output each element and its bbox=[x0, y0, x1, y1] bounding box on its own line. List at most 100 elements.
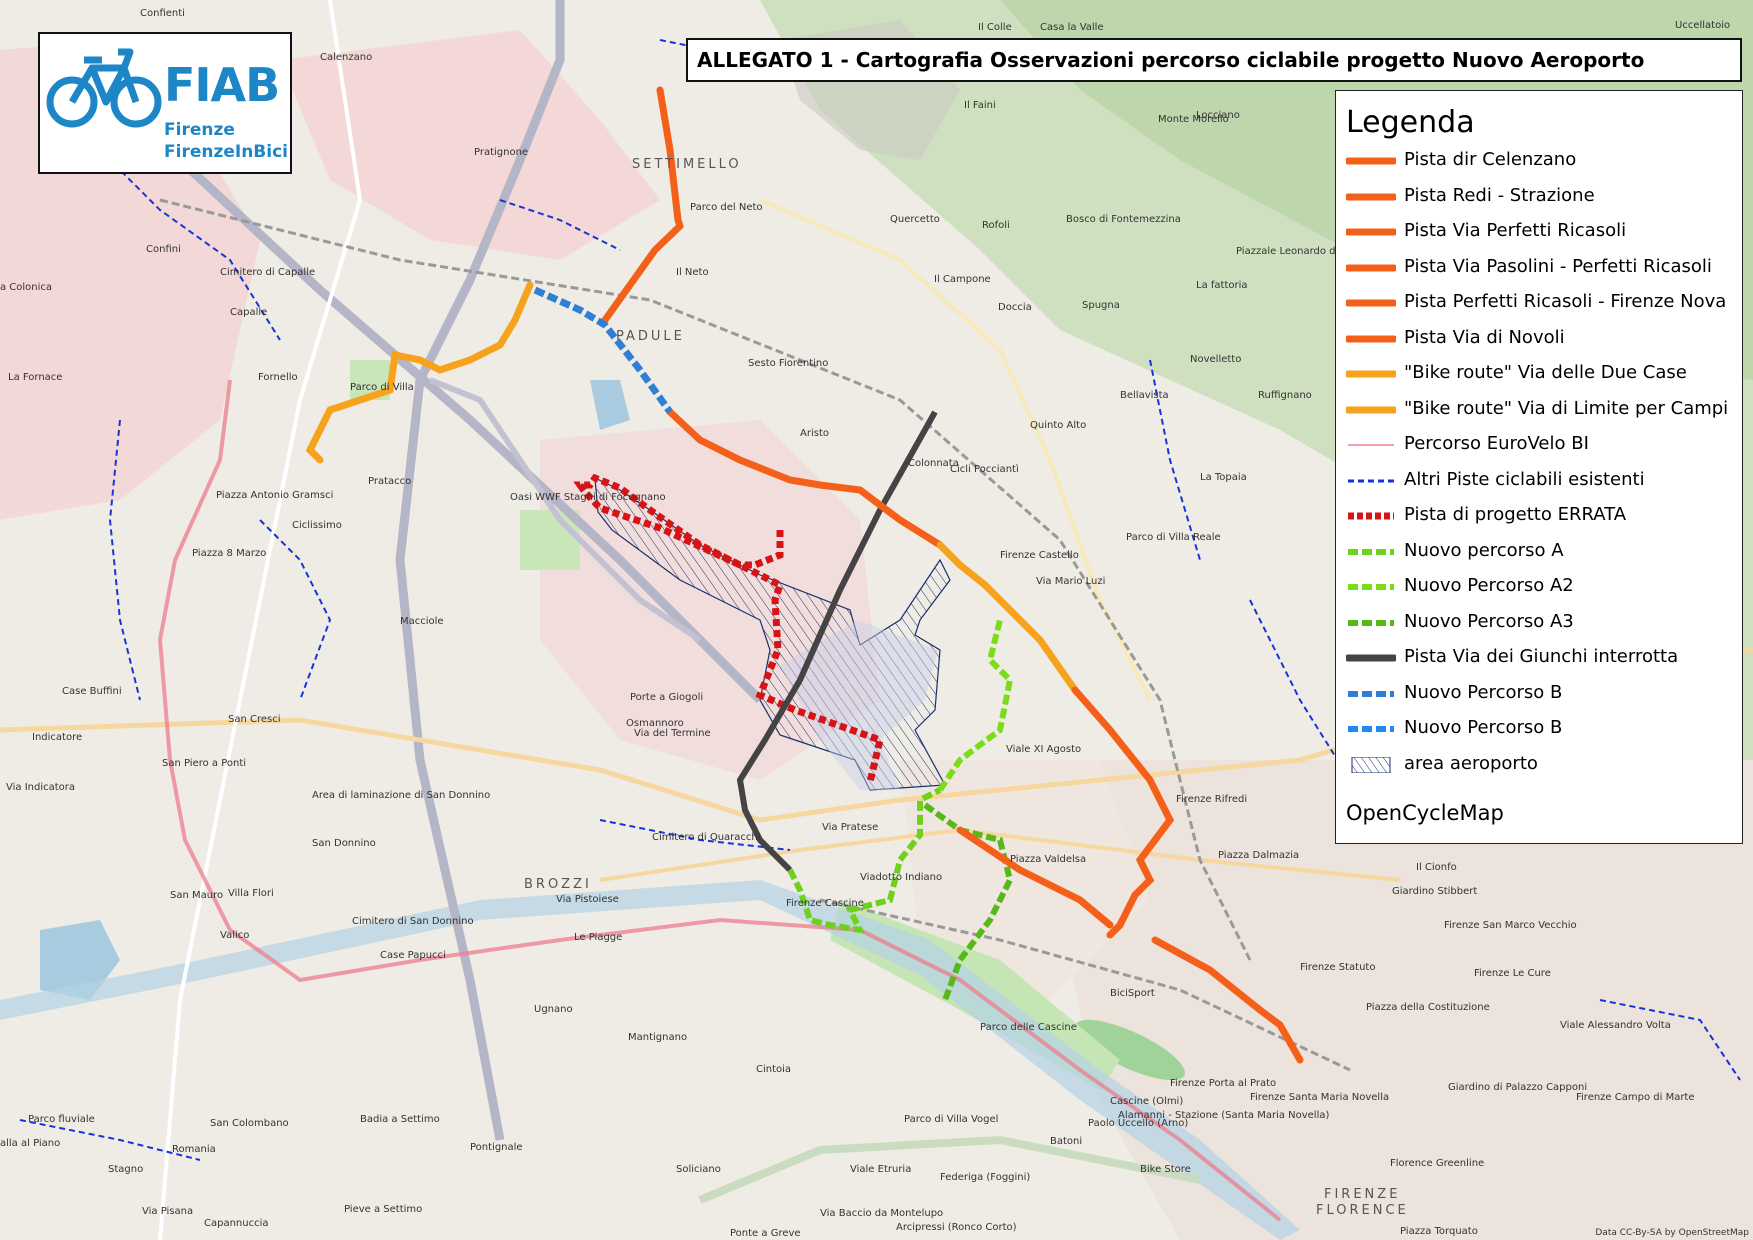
label-firenze-castello: Firenze Castello bbox=[1000, 550, 1079, 561]
label-bike-store: Bike Store bbox=[1140, 1164, 1191, 1175]
legend-footer: OpenCycleMap bbox=[1346, 801, 1504, 825]
label-pratignone: Pratignone bbox=[474, 147, 528, 158]
legend-item: Pista Perfetti Ricasoli - Firenze Nova bbox=[1342, 289, 1742, 315]
label-parco-villa: Parco di Villa bbox=[350, 382, 414, 393]
legend-symbol bbox=[1346, 264, 1396, 271]
label-colonica: a Colonica bbox=[0, 282, 52, 293]
label-via-indicatora: Via Indicatora bbox=[6, 782, 75, 793]
label-quercetto: Quercetto bbox=[890, 214, 940, 225]
label-case-buffini: Case Buffini bbox=[62, 686, 122, 697]
legend-item: "Bike route" Via di Limite per Campi bbox=[1342, 396, 1742, 422]
label-la-fattoria: La fattoria bbox=[1196, 280, 1248, 291]
bicycle-icon bbox=[46, 48, 162, 128]
label-indicatore: Indicatore bbox=[32, 732, 82, 743]
label-firenze-porta-al-prato: Firenze Porta al Prato bbox=[1170, 1078, 1276, 1089]
legend-symbol bbox=[1351, 756, 1391, 773]
legend-item: Pista dir Celenzano bbox=[1342, 147, 1742, 173]
label-il-faini: Il Faini bbox=[964, 100, 996, 111]
fiab-logo: FIAB Firenze FirenzeInBici bbox=[38, 32, 292, 174]
label-ponte-a-greve: Ponte a Greve bbox=[730, 1228, 801, 1239]
label-federiga: Federiga (Foggini) bbox=[940, 1172, 1030, 1183]
legend-panel: Legenda Pista dir Celenzano Pista Redi - … bbox=[1335, 90, 1743, 844]
legend-label: area aeroporto bbox=[1404, 752, 1538, 774]
legend-item: Nuovo Percorso A2 bbox=[1342, 573, 1742, 599]
label-villa-flori: Villa Flori bbox=[228, 888, 274, 899]
label-san-mauro: San Mauro bbox=[170, 890, 223, 901]
label-cimitero-quaracchi: Cimitero di Quaracchi bbox=[652, 832, 761, 843]
label-via-pisana: Via Pisana bbox=[142, 1206, 193, 1217]
label-fornello: Fornello bbox=[258, 372, 298, 383]
label-viadotto-indiano: Viadotto Indiano bbox=[860, 872, 942, 883]
legend-symbol bbox=[1348, 444, 1394, 446]
label-piazza-gramsci: Piazza Antonio Gramsci bbox=[216, 490, 333, 501]
label-novelletto: Novelletto bbox=[1190, 354, 1241, 365]
label-settimello: SETTIMELLO bbox=[632, 157, 742, 172]
label-san-donnino: San Donnino bbox=[312, 838, 376, 849]
legend-item: Pista di progetto ERRATA bbox=[1342, 502, 1742, 528]
label-bicisport: BiciSport bbox=[1110, 988, 1155, 999]
legend-item: Nuovo percorso A bbox=[1342, 538, 1742, 564]
label-via-mario-luzi: Via Mario Luzi bbox=[1036, 576, 1105, 587]
label-viale-alessandro-volta: Viale Alessandro Volta bbox=[1560, 1020, 1671, 1031]
label-giardino-palazzo-capponi: Giardino di Palazzo Capponi bbox=[1448, 1082, 1587, 1093]
legend-label: Percorso EuroVelo BI bbox=[1404, 433, 1589, 454]
map-attribution: Data CC-By-SA by OpenStreetMap bbox=[1595, 1228, 1749, 1238]
label-piazza-torquato: Piazza Torquato bbox=[1400, 1226, 1478, 1237]
label-via-pistoiese: Via Pistoiese bbox=[556, 894, 619, 905]
label-casa-la-valle: Casa la Valle bbox=[1040, 22, 1104, 33]
legend-symbol bbox=[1346, 228, 1396, 236]
legend-symbol bbox=[1348, 619, 1394, 626]
label-rofoli: Rofoli bbox=[982, 220, 1010, 231]
label-cintoia: Cintoia bbox=[756, 1064, 791, 1075]
legend-symbol bbox=[1346, 193, 1396, 200]
legend-item: Nuovo Percorso A3 bbox=[1342, 609, 1742, 635]
label-firenze: FIRENZE bbox=[1324, 1187, 1400, 1202]
legend-item: Pista Via Pasolini - Perfetti Ricasoli bbox=[1342, 254, 1742, 280]
legend-item: Pista Redi - Strazione bbox=[1342, 183, 1742, 209]
label-mantignano: Mantignano bbox=[628, 1032, 687, 1043]
label-doccia: Doccia bbox=[998, 302, 1032, 313]
legend-label: Pista Perfetti Ricasoli - Firenze Nova bbox=[1404, 291, 1727, 312]
label-parco-delle-cascine: Parco delle Cascine bbox=[980, 1022, 1077, 1033]
label-sesto-fiorentino: Sesto Fiorentino bbox=[748, 358, 828, 369]
legend-symbol bbox=[1346, 335, 1396, 342]
legend-label: Pista Via dei Giunchi interrotta bbox=[1404, 646, 1679, 667]
label-parco-fluviale: Parco fluviale bbox=[28, 1114, 95, 1125]
legend-label: Pista Via Pasolini - Perfetti Ricasoli bbox=[1404, 255, 1712, 277]
label-pieve-a-settimo: Pieve a Settimo bbox=[344, 1204, 422, 1215]
label-firenze-statuto: Firenze Statuto bbox=[1300, 962, 1375, 973]
label-viale-xi-agosto: Viale XI Agosto bbox=[1006, 744, 1081, 755]
legend-symbol bbox=[1346, 370, 1396, 378]
label-florence: FLORENCE bbox=[1316, 1203, 1409, 1218]
label-piazza-costituzione: Piazza della Costituzione bbox=[1366, 1002, 1490, 1013]
legend-symbol bbox=[1346, 157, 1396, 165]
label-paolo-uccello: Paolo Uccello (Arno) bbox=[1088, 1118, 1188, 1129]
label-parco-del-neto: Parco del Neto bbox=[690, 202, 763, 213]
label-cicli-poccianti: Cicli Pocciantì bbox=[950, 463, 1019, 475]
label-il-neto: Il Neto bbox=[676, 267, 709, 278]
legend-item: Pista Via Perfetti Ricasoli bbox=[1342, 218, 1742, 244]
legend-label: Nuovo percorso A bbox=[1404, 539, 1564, 561]
legend-label: Pista dir Celenzano bbox=[1404, 149, 1577, 170]
legend-item: Percorso EuroVelo BI bbox=[1342, 431, 1742, 457]
legend-symbol bbox=[1348, 512, 1394, 520]
label-san-cresci: San Cresci bbox=[228, 714, 281, 725]
logo-subtitle-firenzeinbici: FirenzeInBici bbox=[164, 142, 288, 162]
label-firenze-le-cure: Firenze Le Cure bbox=[1474, 968, 1551, 979]
label-uccellatoio: Uccellatoio bbox=[1675, 20, 1730, 31]
label-san-piero-a-ponti: San Piero a Ponti bbox=[162, 758, 246, 769]
legend-symbol bbox=[1348, 479, 1394, 482]
label-ugnano: Ugnano bbox=[534, 1004, 573, 1015]
legend-symbol bbox=[1346, 299, 1396, 307]
label-parco-villa-reale: Parco di Villa Reale bbox=[1126, 532, 1221, 543]
legend-label: Nuovo Percorso B bbox=[1404, 681, 1563, 703]
legend-symbol bbox=[1348, 726, 1394, 732]
label-giardino-stibbert: Giardino Stibbert bbox=[1392, 886, 1477, 897]
label-san-colombano: San Colombano bbox=[210, 1118, 289, 1129]
label-macciole: Macciole bbox=[400, 616, 444, 627]
label-batoni: Batoni bbox=[1050, 1136, 1082, 1147]
label-il-campone: Il Campone bbox=[934, 274, 991, 285]
logo-subtitle-firenze: Firenze bbox=[164, 120, 235, 140]
label-badia-a-settimo: Badia a Settimo bbox=[360, 1114, 440, 1125]
label-confini: Confini bbox=[146, 244, 181, 255]
